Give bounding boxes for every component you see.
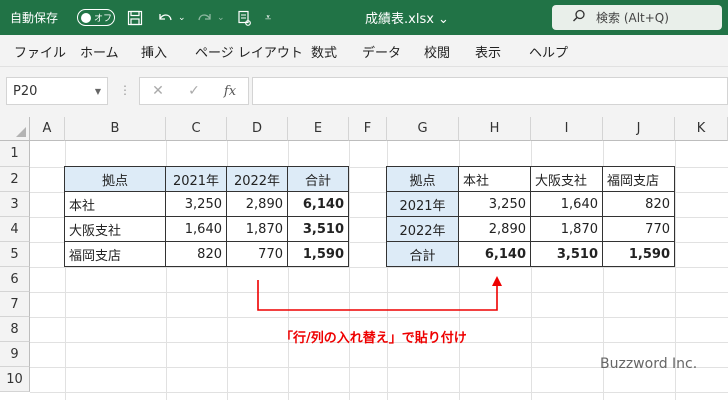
gridline bbox=[349, 141, 350, 400]
chevron-down-icon[interactable]: ▼ bbox=[95, 87, 101, 96]
annotation-label: 「行/列の入れ替え」で貼り付け bbox=[280, 331, 467, 346]
row-header-4[interactable]: 4 bbox=[0, 217, 30, 242]
tab-data[interactable]: データ bbox=[362, 35, 401, 67]
save-icon[interactable] bbox=[127, 0, 143, 35]
customize-qat-icon[interactable]: ⩡ bbox=[265, 0, 271, 35]
name-box-value: P20 bbox=[13, 83, 38, 99]
title-bar: 自動保存 オフ ⌄ ⌄ ⩡ 成績表.xlsx ⌄ 検索 (Alt+Q) bbox=[0, 0, 728, 35]
redo-icon[interactable] bbox=[196, 0, 214, 35]
col-header-b[interactable]: B bbox=[65, 117, 166, 141]
formula-buttons: ✕ ✓ fx bbox=[139, 77, 249, 105]
search-placeholder: 検索 (Alt+Q) bbox=[596, 11, 669, 25]
table2-cell[interactable]: 1,870 bbox=[530, 216, 603, 242]
table2-header-cell[interactable]: 大阪支社 bbox=[530, 166, 603, 192]
col-header-d[interactable]: D bbox=[227, 117, 288, 141]
tab-home[interactable]: ホーム bbox=[80, 35, 119, 67]
col-header-a[interactable]: A bbox=[30, 117, 65, 141]
tab-formulas[interactable]: 数式 bbox=[311, 35, 337, 67]
autosave-state: オフ bbox=[94, 14, 113, 24]
table2-cell[interactable]: 770 bbox=[602, 216, 675, 242]
row-header-9[interactable]: 9 bbox=[0, 342, 30, 367]
col-header-k[interactable]: K bbox=[675, 117, 728, 141]
table1-total-cell[interactable]: 3,510 bbox=[287, 216, 349, 242]
col-header-i[interactable]: I bbox=[531, 117, 603, 141]
formula-input[interactable] bbox=[252, 77, 728, 105]
format-painter-icon[interactable] bbox=[236, 0, 252, 35]
table1-cell[interactable]: 1,640 bbox=[165, 216, 227, 242]
col-header-e[interactable]: E bbox=[288, 117, 349, 141]
gridline bbox=[30, 317, 728, 318]
col-header-f[interactable]: F bbox=[349, 117, 387, 141]
table1-cell[interactable]: 820 bbox=[165, 241, 227, 267]
cancel-icon[interactable]: ✕ bbox=[140, 83, 176, 99]
table2-cell[interactable]: 1,640 bbox=[530, 191, 603, 217]
name-box[interactable]: P20 ▼ bbox=[6, 77, 108, 105]
table2-row-label[interactable]: 2022年 bbox=[386, 216, 459, 242]
table1-total-cell[interactable]: 1,590 bbox=[287, 241, 349, 267]
gridline bbox=[30, 392, 728, 393]
table2-header-cell[interactable]: 拠点 bbox=[386, 166, 459, 192]
undo-icon[interactable] bbox=[156, 0, 174, 35]
table2-total-cell[interactable]: 3,510 bbox=[530, 241, 603, 267]
row-header-7[interactable]: 7 bbox=[0, 292, 30, 317]
table2-row-label[interactable]: 合計 bbox=[386, 241, 459, 267]
undo-dropdown-icon[interactable]: ⌄ bbox=[178, 0, 186, 35]
table2-total-cell[interactable]: 6,140 bbox=[458, 241, 531, 267]
tab-file[interactable]: ファイル bbox=[14, 35, 66, 67]
search-icon bbox=[572, 9, 586, 27]
table2-header-cell[interactable]: 本社 bbox=[458, 166, 531, 192]
table1-cell[interactable]: 大阪支社 bbox=[64, 216, 166, 242]
row-header-2[interactable]: 2 bbox=[0, 167, 30, 192]
col-header-h[interactable]: H bbox=[459, 117, 531, 141]
autosave-toggle[interactable]: オフ bbox=[77, 9, 115, 26]
table2-cell[interactable]: 3,250 bbox=[458, 191, 531, 217]
table1-cell[interactable]: 本社 bbox=[64, 191, 166, 217]
gridline bbox=[30, 267, 728, 268]
table1-header-cell[interactable]: 2022年 bbox=[226, 166, 288, 192]
redo-dropdown-icon[interactable]: ⌄ bbox=[217, 0, 225, 35]
enter-icon[interactable]: ✓ bbox=[176, 83, 212, 99]
select-all-button[interactable] bbox=[0, 117, 30, 141]
table1-header-cell[interactable]: 拠点 bbox=[64, 166, 166, 192]
table1-header-cell[interactable]: 合計 bbox=[287, 166, 349, 192]
tab-review[interactable]: 校閲 bbox=[424, 35, 450, 67]
tab-view[interactable]: 表示 bbox=[475, 35, 501, 67]
table2-cell[interactable]: 2,890 bbox=[458, 216, 531, 242]
toggle-knob bbox=[81, 12, 91, 23]
row-header-1[interactable]: 1 bbox=[0, 141, 30, 167]
col-header-g[interactable]: G bbox=[387, 117, 459, 141]
table2-total-cell[interactable]: 1,590 bbox=[602, 241, 675, 267]
table1-cell[interactable]: 3,250 bbox=[165, 191, 227, 217]
file-name[interactable]: 成績表.xlsx ⌄ bbox=[365, 0, 449, 35]
formula-bar: P20 ▼ ⋮ ✕ ✓ fx bbox=[0, 67, 728, 117]
table1-header-cell[interactable]: 2021年 bbox=[165, 166, 227, 192]
autosave-label: 自動保存 bbox=[10, 11, 59, 25]
table1-cell[interactable]: 2,890 bbox=[226, 191, 288, 217]
row-header-8[interactable]: 8 bbox=[0, 317, 30, 342]
table1-cell[interactable]: 1,870 bbox=[226, 216, 288, 242]
insert-function-icon[interactable]: fx bbox=[212, 84, 248, 99]
col-header-j[interactable]: J bbox=[603, 117, 675, 141]
tab-insert[interactable]: 挿入 bbox=[141, 35, 167, 67]
table2-cell[interactable]: 820 bbox=[602, 191, 675, 217]
table1-cell[interactable]: 福岡支店 bbox=[64, 241, 166, 267]
gridline bbox=[30, 292, 728, 293]
row-header-5[interactable]: 5 bbox=[0, 242, 30, 267]
table1-cell[interactable]: 770 bbox=[226, 241, 288, 267]
row-header-10[interactable]: 10 bbox=[0, 367, 30, 392]
tab-help[interactable]: ヘルプ bbox=[529, 35, 568, 67]
table2-row-label[interactable]: 2021年 bbox=[386, 191, 459, 217]
tab-page-layout[interactable]: ページ レイアウト bbox=[195, 35, 303, 67]
search-box[interactable]: 検索 (Alt+Q) bbox=[552, 5, 722, 30]
row-header-6[interactable]: 6 bbox=[0, 267, 30, 292]
ribbon-tabs: ファイル ホーム 挿入 ページ レイアウト 数式 データ 校閲 表示 ヘルプ bbox=[0, 35, 728, 67]
drag-handle-icon[interactable]: ⋮ bbox=[119, 83, 131, 97]
table2-header-cell[interactable]: 福岡支店 bbox=[602, 166, 675, 192]
col-header-c[interactable]: C bbox=[166, 117, 227, 141]
row-header-3[interactable]: 3 bbox=[0, 192, 30, 217]
table1-total-cell[interactable]: 6,140 bbox=[287, 191, 349, 217]
watermark: Buzzword Inc. bbox=[600, 356, 698, 372]
